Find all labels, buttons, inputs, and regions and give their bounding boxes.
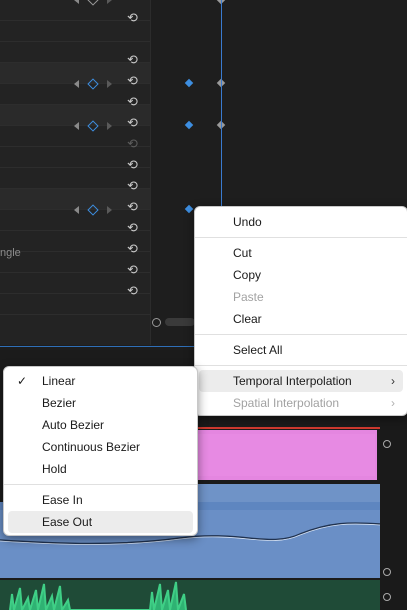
menu-item-continuous-bezier[interactable]: Continuous Bezier <box>8 436 193 458</box>
menu-item-ease-out[interactable]: Ease Out <box>8 511 193 533</box>
reset-icon[interactable]: ⟲ <box>127 95 141 108</box>
next-keyframe-icon[interactable] <box>107 80 112 88</box>
menu-separator <box>195 237 407 238</box>
reset-icon[interactable]: ⟲ <box>127 116 141 129</box>
menu-item-spatial-interpolation: Spatial Interpolation › <box>199 392 403 414</box>
menu-item-temporal-interpolation[interactable]: Temporal Interpolation › <box>199 370 403 392</box>
previous-keyframe-icon[interactable] <box>74 206 79 214</box>
scroll-handle[interactable] <box>383 593 391 601</box>
reset-icon[interactable]: ⟲ <box>127 179 141 192</box>
menu-item-bezier[interactable]: Bezier <box>8 392 193 414</box>
reset-icon[interactable]: ⟲ <box>127 158 141 171</box>
reset-icon[interactable]: ⟲ <box>127 74 141 87</box>
keyframe-navigator[interactable] <box>74 120 114 132</box>
add-keyframe-icon[interactable] <box>87 0 99 6</box>
menu-separator <box>195 365 407 366</box>
menu-item-linear[interactable]: ✓ Linear <box>8 370 193 392</box>
previous-keyframe-icon[interactable] <box>74 80 79 88</box>
audio-clip-header[interactable] <box>190 484 380 502</box>
menu-item-ease-in[interactable]: Ease In <box>8 489 193 511</box>
reset-icon[interactable]: ⟲ <box>127 11 141 24</box>
horizontal-scrollbar[interactable] <box>165 318 195 326</box>
vertical-scrollbar[interactable] <box>380 420 407 610</box>
reset-icon[interactable]: ⟲ <box>127 242 141 255</box>
menu-item-clear[interactable]: Clear <box>199 308 403 330</box>
add-keyframe-icon[interactable] <box>87 120 99 132</box>
previous-keyframe-icon[interactable] <box>74 0 79 4</box>
checkmark-icon: ✓ <box>17 374 28 388</box>
keyframe[interactable] <box>184 204 194 214</box>
menu-item-undo[interactable]: Undo <box>199 211 403 233</box>
reset-icon: ⟲ <box>127 136 138 151</box>
keyframe-navigator[interactable] <box>74 78 114 90</box>
add-keyframe-icon[interactable] <box>87 78 99 90</box>
menu-separator <box>4 484 197 485</box>
chevron-right-icon: › <box>391 396 395 410</box>
keyframe[interactable] <box>184 78 194 88</box>
menu-item-cut[interactable]: Cut <box>199 242 403 264</box>
previous-keyframe-icon[interactable] <box>74 122 79 130</box>
context-menu: Undo Cut Copy Paste Clear Select All Tem… <box>194 206 407 416</box>
render-bar <box>190 427 380 429</box>
zoom-handle[interactable] <box>152 318 161 327</box>
next-keyframe-icon[interactable] <box>107 206 112 214</box>
scroll-handle[interactable] <box>383 568 391 576</box>
next-keyframe-icon[interactable] <box>107 0 112 4</box>
keyframe-navigator[interactable] <box>74 0 114 6</box>
reset-icon[interactable]: ⟲ <box>127 53 141 66</box>
audio-waveform-track[interactable] <box>0 580 380 610</box>
menu-item-hold[interactable]: Hold <box>8 458 193 480</box>
reset-icon[interactable]: ⟲ <box>127 221 141 234</box>
playhead[interactable] <box>221 0 222 215</box>
interpolation-submenu: ✓ Linear Bezier Auto Bezier Continuous B… <box>3 366 198 536</box>
reset-icon[interactable]: ⟲ <box>127 263 141 276</box>
property-label: ngle <box>0 247 21 259</box>
next-keyframe-icon[interactable] <box>107 122 112 130</box>
scroll-handle[interactable] <box>383 440 391 448</box>
reset-icon[interactable]: ⟲ <box>127 284 141 297</box>
menu-item-auto-bezier[interactable]: Auto Bezier <box>8 414 193 436</box>
menu-separator <box>195 334 407 335</box>
video-clip-body[interactable] <box>196 434 375 476</box>
audio-waveform <box>9 581 187 610</box>
menu-item-copy[interactable]: Copy <box>199 264 403 286</box>
keyframe-navigator[interactable] <box>74 204 114 216</box>
add-keyframe-icon[interactable] <box>87 204 99 216</box>
reset-icon[interactable]: ⟲ <box>127 200 141 213</box>
menu-item-paste: Paste <box>233 290 264 304</box>
chevron-right-icon: › <box>391 374 395 388</box>
keyframe[interactable] <box>184 120 194 130</box>
menu-item-select-all[interactable]: Select All <box>199 339 403 361</box>
